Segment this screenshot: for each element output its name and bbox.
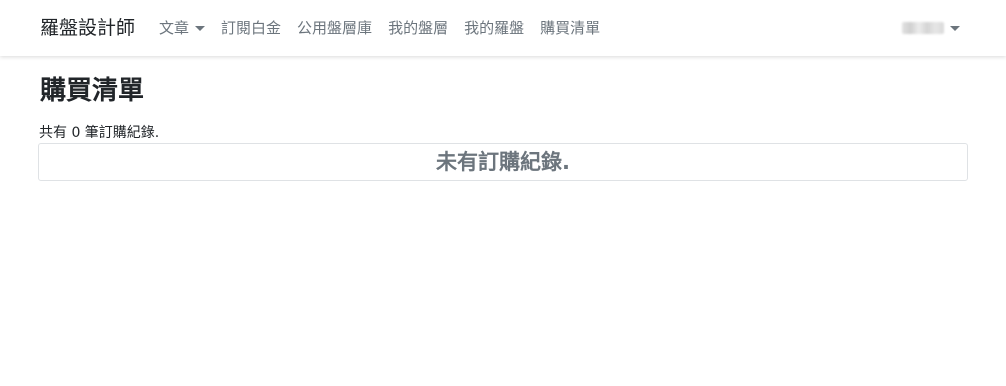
empty-state-box: 未有訂購紀錄.	[38, 143, 968, 181]
brand-logo[interactable]: 羅盤設計師	[40, 18, 135, 38]
nav-my-compass[interactable]: 我的羅盤	[456, 20, 532, 36]
main-content: 購買清單 共有 0 筆訂購紀錄. 未有訂購紀錄.	[0, 76, 1006, 181]
chevron-down-icon	[195, 26, 206, 31]
order-count-summary: 共有 0 筆訂購紀錄.	[39, 125, 160, 141]
avatar	[902, 22, 944, 34]
nav-articles-label: 文章	[159, 18, 190, 37]
chevron-down-icon	[950, 26, 960, 31]
nav-purchase-list[interactable]: 購買清單	[532, 20, 608, 36]
nav-my-layers[interactable]: 我的盤層	[380, 20, 456, 36]
empty-state-message: 未有訂購紀錄.	[436, 149, 570, 174]
nav-links: 文章 訂閱白金 公用盤層庫 我的盤層 我的羅盤 購買清單	[159, 18, 608, 37]
user-menu-dropdown[interactable]	[902, 0, 960, 56]
nav-public-layers[interactable]: 公用盤層庫	[289, 20, 380, 36]
nav-articles-dropdown[interactable]: 文章	[159, 18, 213, 37]
page-title: 購買清單	[40, 76, 145, 106]
top-navbar: 羅盤設計師 文章 訂閱白金 公用盤層庫 我的盤層 我的羅盤 購買清單	[0, 0, 1006, 56]
nav-subscribe-platinum[interactable]: 訂閱白金	[213, 20, 289, 36]
